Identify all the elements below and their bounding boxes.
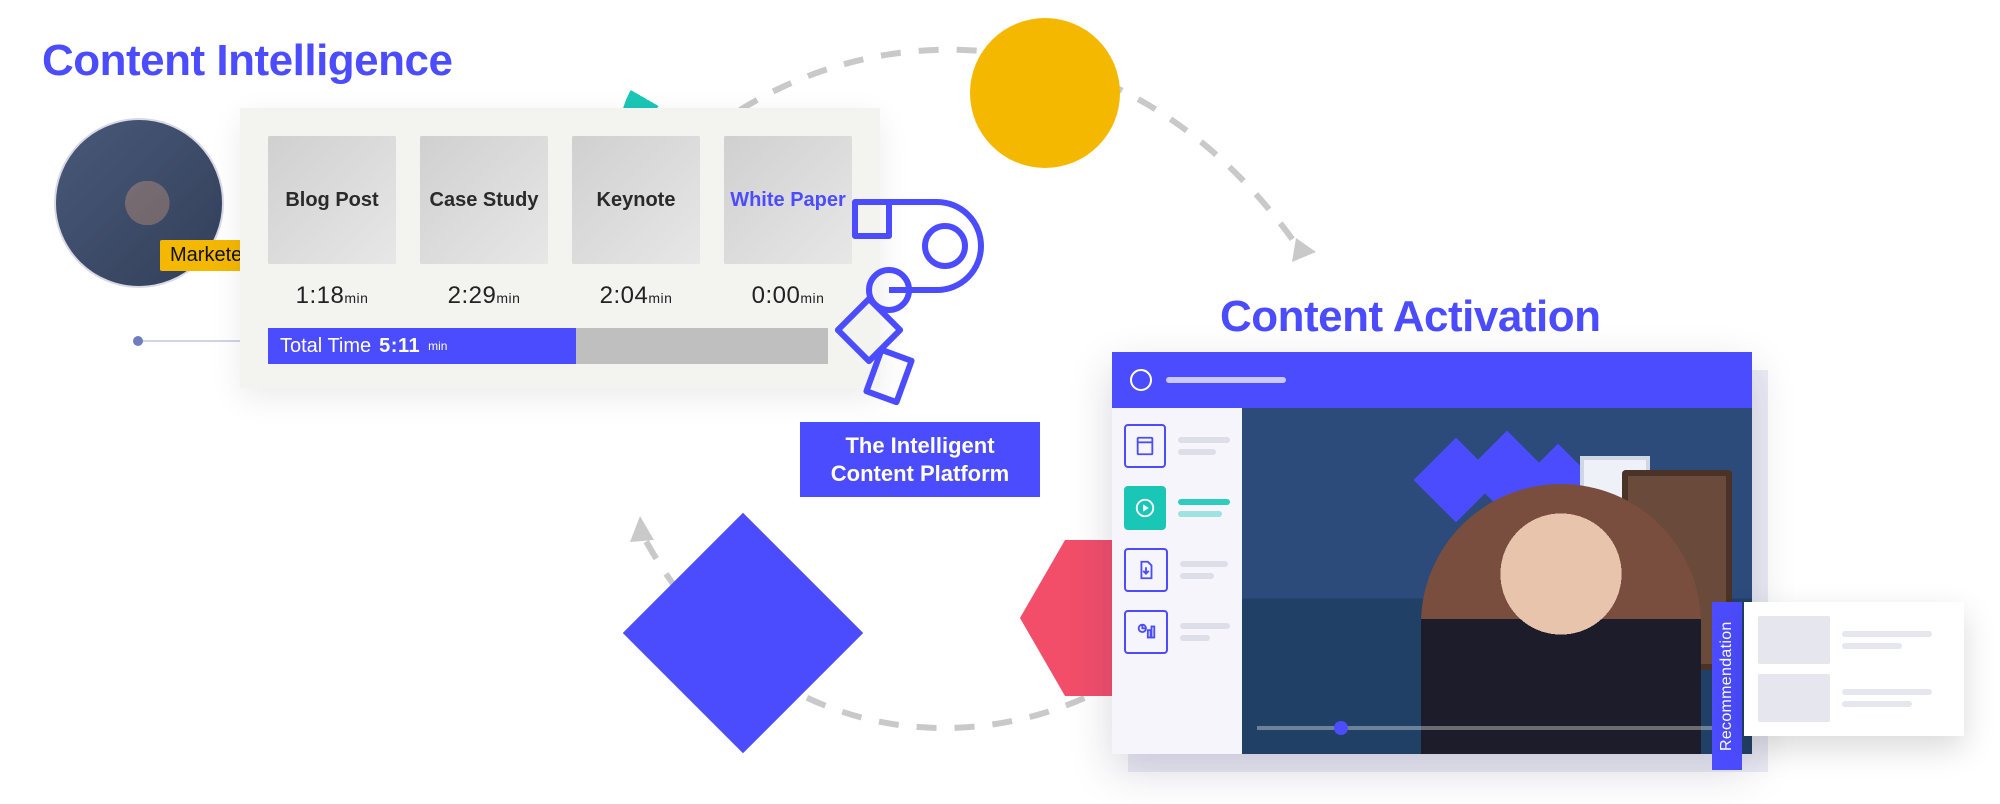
tile-keynote: Keynote 2:04min: [572, 136, 700, 310]
side-item-download[interactable]: [1124, 548, 1230, 592]
avatar-to-card-connector: [138, 340, 248, 342]
tile-label: White Paper: [724, 189, 852, 212]
total-time-value: 5:11: [379, 335, 420, 358]
blue-diamond-shape: [623, 513, 863, 753]
recommendation-card[interactable]: [1744, 602, 1964, 736]
play-icon: [1124, 486, 1166, 530]
total-time-fill: Total Time 5:11 min: [268, 328, 576, 364]
header-line: [1166, 377, 1286, 383]
recommendation-thumb: [1758, 616, 1830, 664]
content-intelligence-card: Blog Post 1:18min Case Study 2:29min Key…: [240, 108, 880, 388]
side-item-play[interactable]: [1124, 486, 1230, 530]
side-item-chart[interactable]: [1124, 610, 1230, 654]
header-circle-icon: [1130, 369, 1152, 391]
recommendation-row: [1758, 674, 1950, 722]
recommendation-side-label: Recommendation: [1712, 602, 1742, 770]
tile-label: Keynote: [591, 189, 682, 212]
tile-time-value: 1:18: [296, 282, 345, 309]
recommendation-row: [1758, 616, 1950, 664]
recommendation-thumb: [1758, 674, 1830, 722]
tile-label: Blog Post: [279, 189, 384, 212]
tile-time-value: 2:04: [600, 282, 649, 309]
video-progress-bar[interactable]: [1257, 726, 1736, 730]
total-time-label: Total Time: [280, 335, 371, 358]
side-item-book[interactable]: [1124, 424, 1230, 468]
activation-video-area[interactable]: [1242, 408, 1752, 754]
content-activation-heading: Content Activation: [1220, 292, 1600, 342]
activation-panel-header: [1112, 352, 1752, 408]
tile-time-unit: min: [344, 290, 368, 306]
brand-logo-icon: [835, 190, 1005, 410]
brand-tagline: The Intelligent Content Platform: [800, 422, 1040, 497]
tile-time-value: 2:29: [448, 282, 497, 309]
total-time-unit: min: [428, 339, 447, 353]
tile-case-study: Case Study 2:29min: [420, 136, 548, 310]
total-time-bar: Total Time 5:11 min: [268, 328, 828, 364]
activation-side-list: [1112, 408, 1242, 754]
tile-time-unit: min: [648, 290, 672, 306]
brand-block: The Intelligent Content Platform: [800, 190, 1040, 497]
download-icon: [1124, 548, 1168, 592]
content-activation-panel: [1112, 352, 1752, 754]
tile-time-unit: min: [496, 290, 520, 306]
book-icon: [1124, 424, 1166, 468]
yellow-circle-shape: [970, 18, 1120, 168]
content-intelligence-heading: Content Intelligence: [42, 36, 452, 86]
tile-time-value: 0:00: [752, 282, 801, 309]
chart-icon: [1124, 610, 1168, 654]
presenter-avatar: [1421, 484, 1701, 754]
tile-label: Case Study: [424, 189, 545, 212]
tile-blog-post: Blog Post 1:18min: [268, 136, 396, 310]
